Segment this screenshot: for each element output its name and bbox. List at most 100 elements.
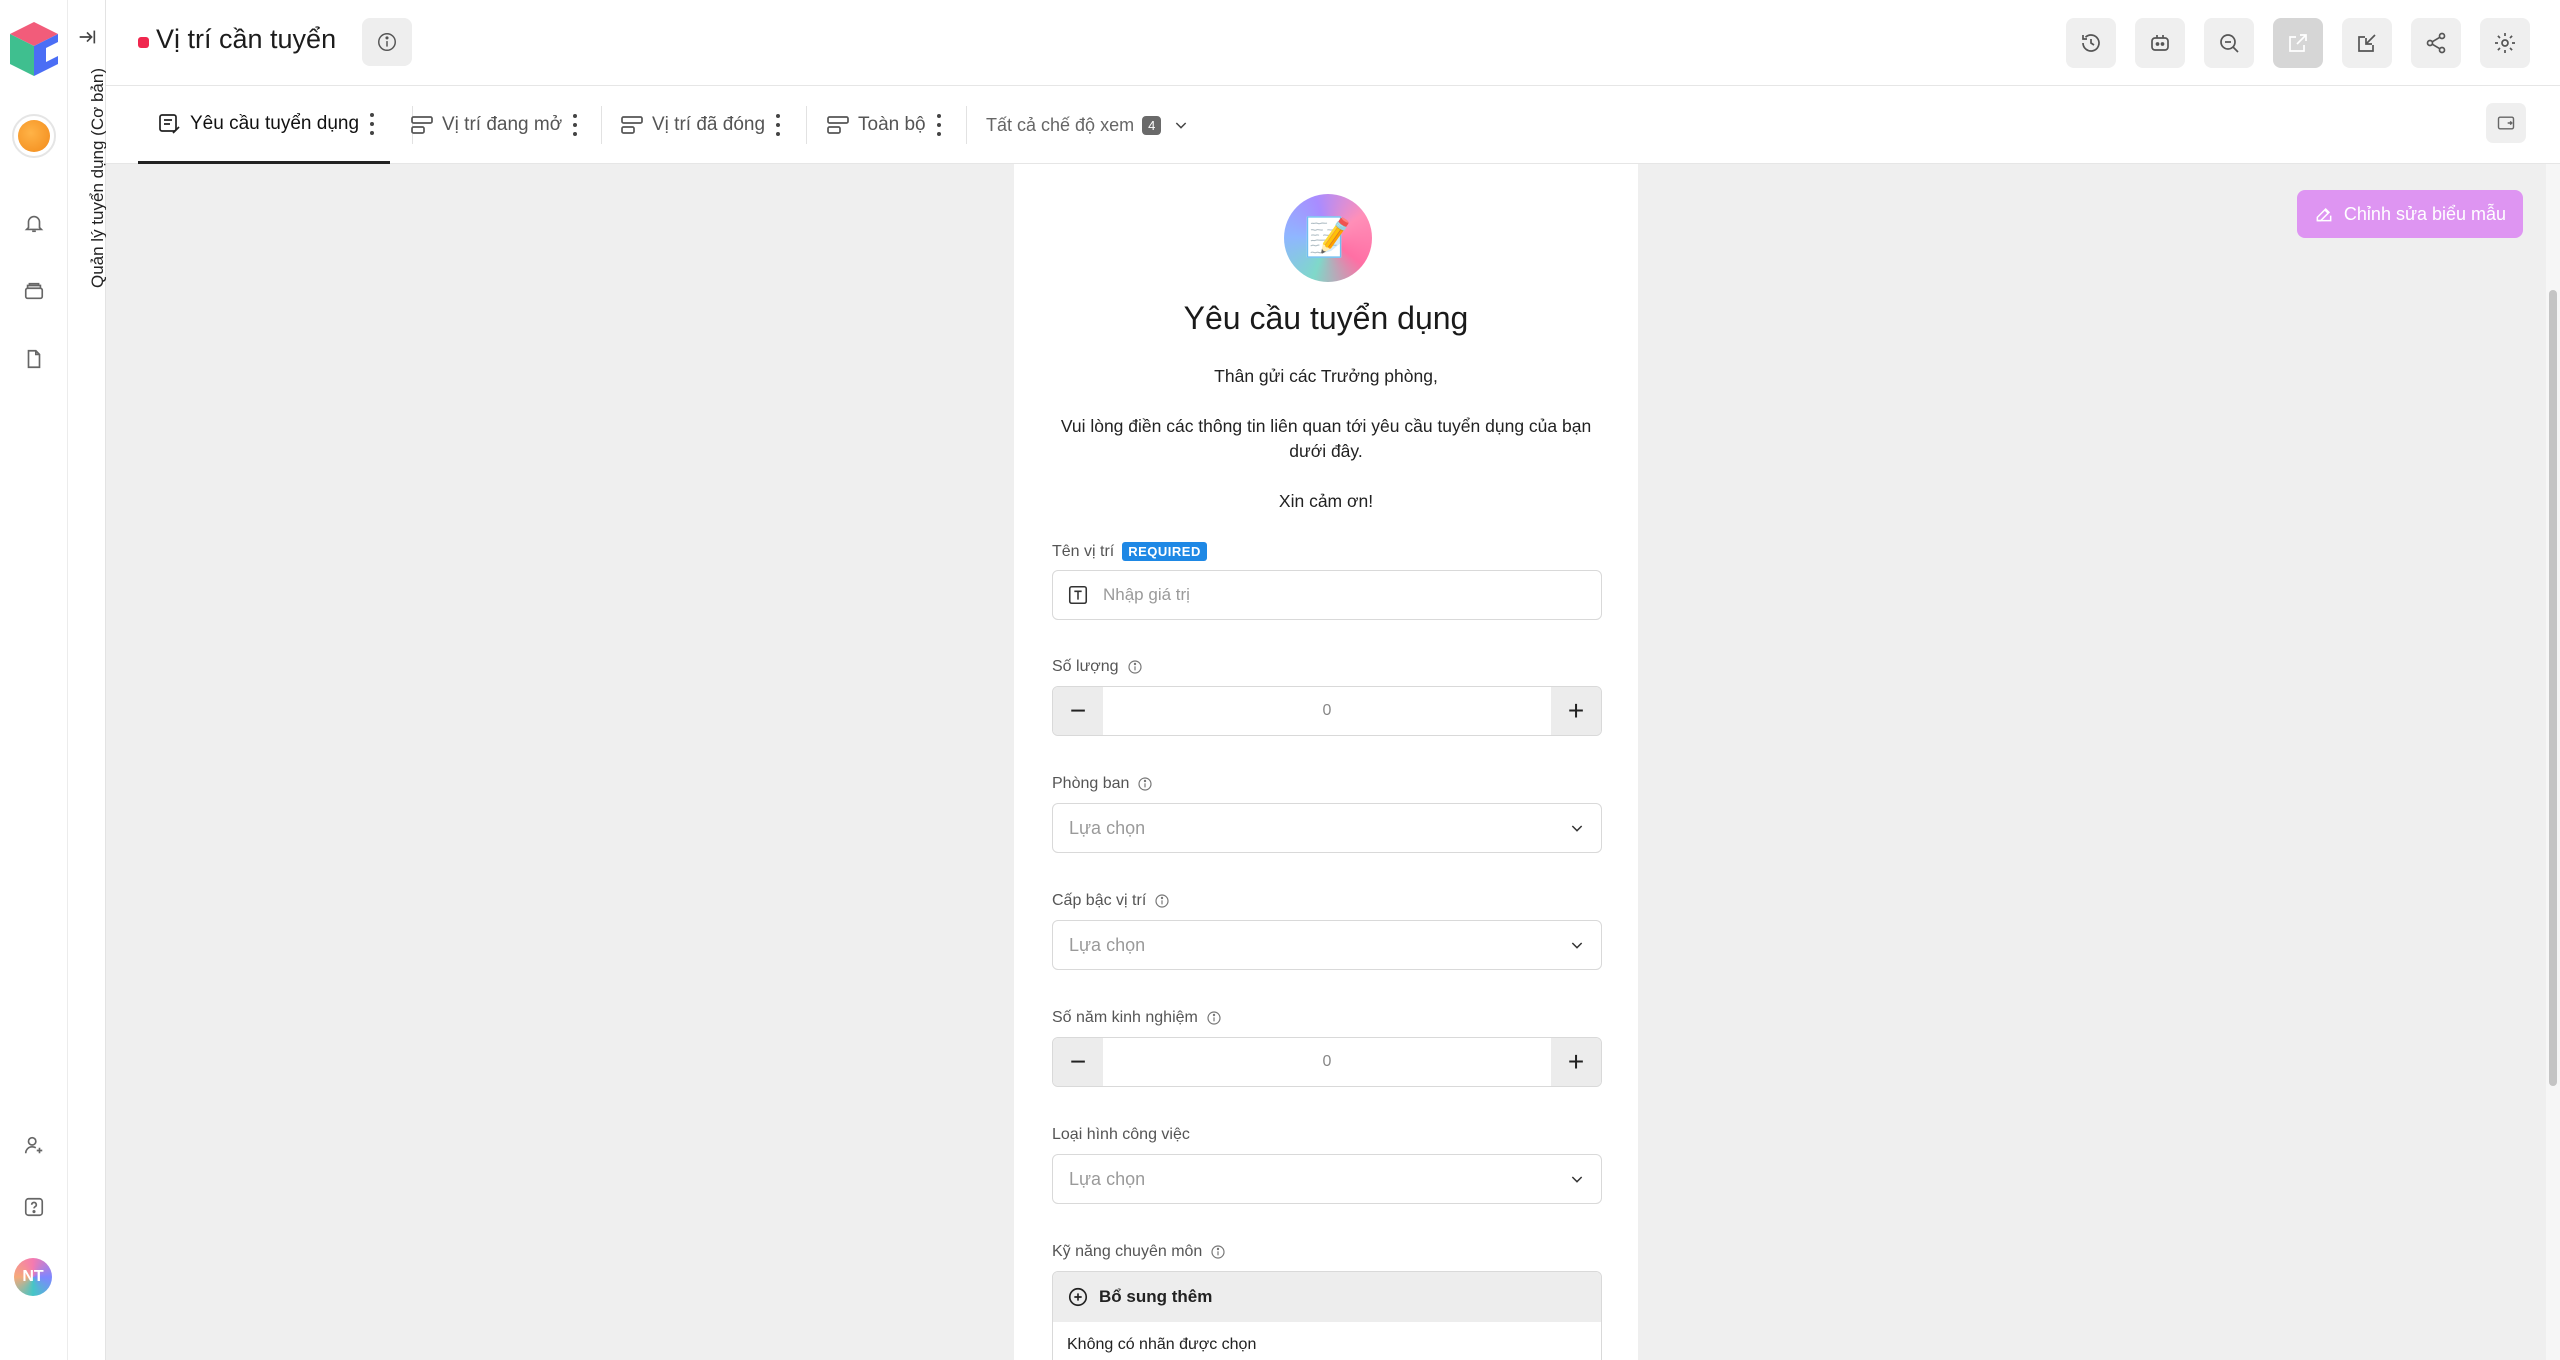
tab-closed-positions[interactable]: Vị trí đã đóng [620,86,781,164]
help-icon[interactable] [18,1191,50,1223]
history-icon [2082,34,2100,52]
export-icon [2289,34,2307,52]
tab-open-positions[interactable]: Vị trí đang mở [410,86,578,164]
edit-form-button[interactable]: Chỉnh sửa biểu mẫu [2297,190,2523,238]
department-label: Phòng ban [1052,775,1153,793]
bot-icon [2151,35,2169,51]
tab-label: Yêu cầu tuyển dụng [190,112,360,134]
project-title[interactable]: Quản lý tuyển dụng (Cơ bản) [88,68,108,304]
workspace-avatar[interactable] [12,114,56,158]
level-select[interactable]: Lựa chọn [1052,920,1602,970]
field-label-text: Tên vị trí [1052,542,1115,560]
info-icon [1138,777,1153,791]
search-zoom-icon [2220,34,2239,53]
decrement-button[interactable]: − [1053,1038,1103,1086]
inbox-icon[interactable] [18,275,50,307]
page-header: Vị trí cần tuyển [106,0,2560,86]
expand-sidebar-icon[interactable] [76,26,98,48]
chevron-down-icon [1571,825,1583,832]
info-icon [378,33,396,51]
empty-tags-text: Không có nhãn được chọn [1067,1336,1257,1353]
chevron-down-icon [1571,1176,1583,1183]
select-placeholder: Lựa chọn [1069,1168,1146,1189]
scrollbar-thumb[interactable] [2549,290,2557,1086]
bot-button[interactable] [2135,18,2185,68]
field-label-text: Cấp bậc vị trí [1052,892,1147,909]
info-icon [1127,660,1142,674]
toggle-panel-button[interactable] [2486,103,2526,143]
experience-stepper[interactable]: − 0 + [1052,1037,1602,1087]
view-tabs: Yêu cầu tuyển dụng Vị trí đang mở Vị trí… [106,86,2560,164]
views-label: Tất cả chế độ xem [986,114,1135,135]
chevron-down-icon [1176,122,1187,129]
form-greeting: Thân gửi các Trưởng phòng, [1214,366,1438,386]
kanban-view-icon [621,116,643,134]
project-strip: Quản lý tuyển dụng (Cơ bản) [68,0,108,1360]
tab-label: Vị trí đã đóng [652,114,766,135]
decrement-button[interactable]: − [1053,687,1103,735]
export-button[interactable] [2273,18,2323,68]
text-field-icon [1068,585,1088,605]
search-zoom-button[interactable] [2204,18,2254,68]
plus-circle-icon [1068,1287,1088,1307]
field-label-text: Phòng ban [1052,775,1130,792]
form-description: Thân gửi các Trưởng phòng, Vui lòng điền… [1050,364,1602,539]
bell-icon[interactable] [18,207,50,239]
stepper-value[interactable]: 0 [1103,1053,1551,1071]
experience-label: Số năm kinh nghiệm [1052,1009,1222,1027]
import-icon [2358,34,2376,52]
tab-label: Toàn bộ [858,114,926,135]
tab-recruitment-request[interactable]: Yêu cầu tuyển dụng [138,86,390,164]
kanban-view-icon [827,116,849,134]
add-user-icon[interactable] [18,1129,50,1161]
department-select[interactable]: Lựa chọn [1052,803,1602,853]
share-button[interactable] [2411,18,2461,68]
tab-divider [966,106,967,144]
field-label-text: Số năm kinh nghiệm [1052,1009,1198,1026]
tab-label: Vị trí đang mở [442,114,563,135]
settings-button[interactable] [2480,18,2530,68]
form-card: 📝 Yêu cầu tuyển dụng Thân gửi các Trưởng… [1014,164,1638,1360]
tab-menu-icon[interactable] [936,114,942,136]
tab-menu-icon[interactable] [369,112,375,135]
level-label: Cấp bậc vị trí [1052,892,1170,910]
quantity-stepper[interactable]: − 0 + [1052,686,1602,736]
panel-icon [2497,116,2515,130]
tab-divider [601,106,602,144]
job-type-select[interactable]: Lựa chọn [1052,1154,1602,1204]
edit-form-label: Chỉnh sửa biểu mẫu [2343,203,2507,224]
select-placeholder: Lựa chọn [1069,817,1146,838]
main-scrollbar[interactable] [2546,164,2560,1360]
tab-all[interactable]: Toàn bộ [826,86,942,164]
input-placeholder: Nhập giá trị [1103,585,1190,604]
views-count-badge: 4 [1142,115,1162,135]
stepper-value[interactable]: 0 [1103,702,1551,720]
add-skill-button[interactable]: Bổ sung thêm [1053,1272,1601,1322]
position-name-input[interactable]: Nhập giá trị [1052,570,1602,620]
main-content: 📝 Yêu cầu tuyển dụng Thân gửi các Trưởng… [106,164,2546,1360]
required-badge: REQUIRED [1122,542,1207,561]
all-views-dropdown[interactable]: Tất cả chế độ xem 4 [986,86,1189,164]
app-logo-icon[interactable] [6,18,62,82]
tab-menu-icon[interactable] [775,114,781,136]
info-icon [1207,1011,1221,1025]
form-emoji-icon: 📝 [1284,194,1372,282]
history-button[interactable] [2066,18,2116,68]
field-label-text: Loại hình công việc [1052,1126,1190,1143]
info-icon [1155,894,1169,908]
increment-button[interactable]: + [1551,1038,1601,1086]
increment-button[interactable]: + [1551,687,1601,735]
document-icon[interactable] [18,343,50,375]
add-label: Bổ sung thêm [1099,1287,1213,1306]
form-view-icon [159,113,180,134]
form-thanks: Xin cảm ơn! [1278,491,1374,511]
info-button[interactable] [362,18,412,66]
user-avatar[interactable]: NT [14,1258,52,1296]
share-icon [2426,32,2446,54]
left-rail: NT [0,0,68,1360]
tab-menu-icon[interactable] [572,114,578,136]
field-label-text: Số lượng [1052,658,1119,675]
import-button[interactable] [2342,18,2392,68]
status-dot [138,37,149,48]
skills-multiselect: Bổ sung thêm Không có nhãn được chọn [1052,1271,1602,1360]
